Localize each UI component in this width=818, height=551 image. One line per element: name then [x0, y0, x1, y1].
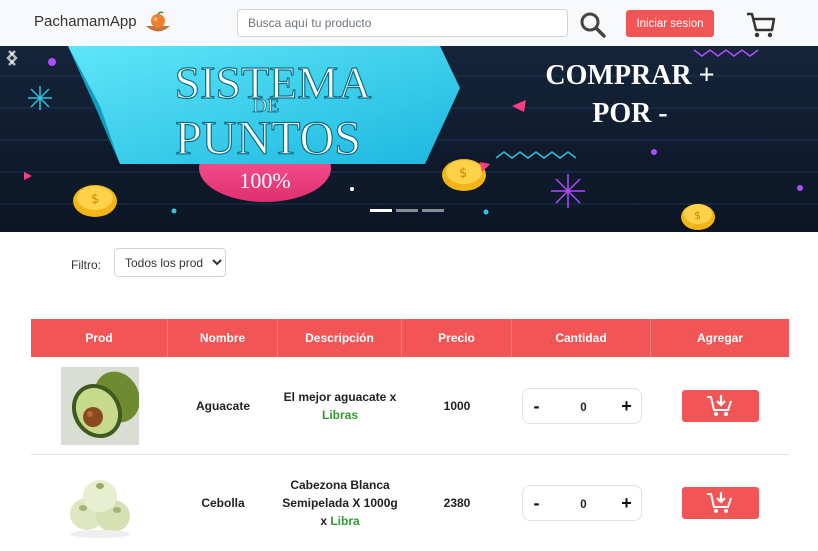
header-agregar: Agregar: [696, 331, 743, 345]
table-row: Aguacate El mejor aguacate x Libras 1000…: [31, 358, 789, 455]
promo-banner-graphic: $ $ $ SISTEMA DE PUNTOS 100% COMPRAR + P…: [0, 46, 818, 232]
description-text: El mejor aguacate x: [283, 390, 397, 404]
decrement-button[interactable]: -: [526, 490, 548, 516]
filter-label: Filtro:: [71, 258, 101, 272]
add-to-cart-icon: [707, 395, 732, 416]
increment-button[interactable]: +: [616, 393, 638, 419]
header-nombre: Nombre: [168, 319, 278, 357]
carousel-indicator-3[interactable]: [422, 209, 444, 212]
product-price: 2380: [443, 496, 471, 510]
header-precio: Precio: [402, 319, 512, 357]
quantity-input[interactable]: [558, 495, 609, 515]
banner-slogan-line1: COMPRAR +: [545, 60, 714, 91]
svg-text:$: $: [459, 166, 467, 181]
product-description: El mejor aguacate x Libras: [278, 358, 402, 454]
brand-name[interactable]: PachamamApp: [34, 13, 137, 30]
increment-button[interactable]: +: [616, 490, 638, 516]
header-cantidad: Cantidad: [512, 319, 651, 357]
search-icon[interactable]: [578, 10, 608, 38]
product-name: Cebolla: [201, 496, 245, 510]
add-to-cart-icon: [707, 492, 732, 513]
quantity-stepper: - +: [521, 485, 642, 521]
cart-icon[interactable]: [745, 10, 777, 40]
avocado-product-image: [60, 367, 139, 445]
onion-product-image: [60, 464, 139, 542]
banner-slogan-line2: POR -: [592, 98, 667, 129]
banner-title-line3: PUNTOS: [175, 112, 361, 165]
header-prod: Prod: [31, 319, 168, 357]
banner-percent: 100%: [239, 168, 290, 193]
unit-label: Libra: [330, 514, 360, 528]
products-table-header: Prod Nombre Descripción Precio Cantidad …: [31, 319, 789, 357]
product-name: Aguacate: [195, 399, 251, 413]
svg-text:$: $: [91, 192, 99, 207]
filter-select[interactable]: Todos los productos: [114, 248, 226, 277]
search-input[interactable]: [237, 9, 568, 37]
coin-icon: $: [73, 185, 117, 217]
unit-label: Libras: [321, 408, 358, 422]
product-description: Cabezona Blanca Semipelada X 1000g x Lib…: [278, 455, 402, 551]
quantity-stepper: - +: [521, 388, 642, 424]
table-row: Cebolla Cabezona Blanca Semipelada X 100…: [31, 455, 789, 551]
fruit-basket-icon: [146, 11, 170, 32]
product-price: 1000: [443, 399, 471, 413]
decrement-button[interactable]: -: [526, 393, 548, 419]
svg-text:$: $: [694, 209, 701, 222]
add-to-cart-button[interactable]: [681, 487, 759, 519]
add-to-cart-button[interactable]: [681, 390, 759, 422]
carousel-indicator-1[interactable]: [370, 209, 392, 212]
header-descripcion: Descripción: [278, 319, 402, 357]
login-button[interactable]: Iniciar sesion: [626, 10, 714, 37]
carousel-indicator-2[interactable]: [396, 209, 418, 212]
carousel-next-icon[interactable]: [0, 46, 24, 70]
carousel-indicators: [370, 209, 444, 212]
navbar: PachamamApp Iniciar sesion: [0, 0, 818, 46]
promo-carousel: $ $ $ SISTEMA DE PUNTOS 100% COMPRAR + P…: [0, 46, 818, 232]
quantity-input[interactable]: [558, 398, 609, 418]
